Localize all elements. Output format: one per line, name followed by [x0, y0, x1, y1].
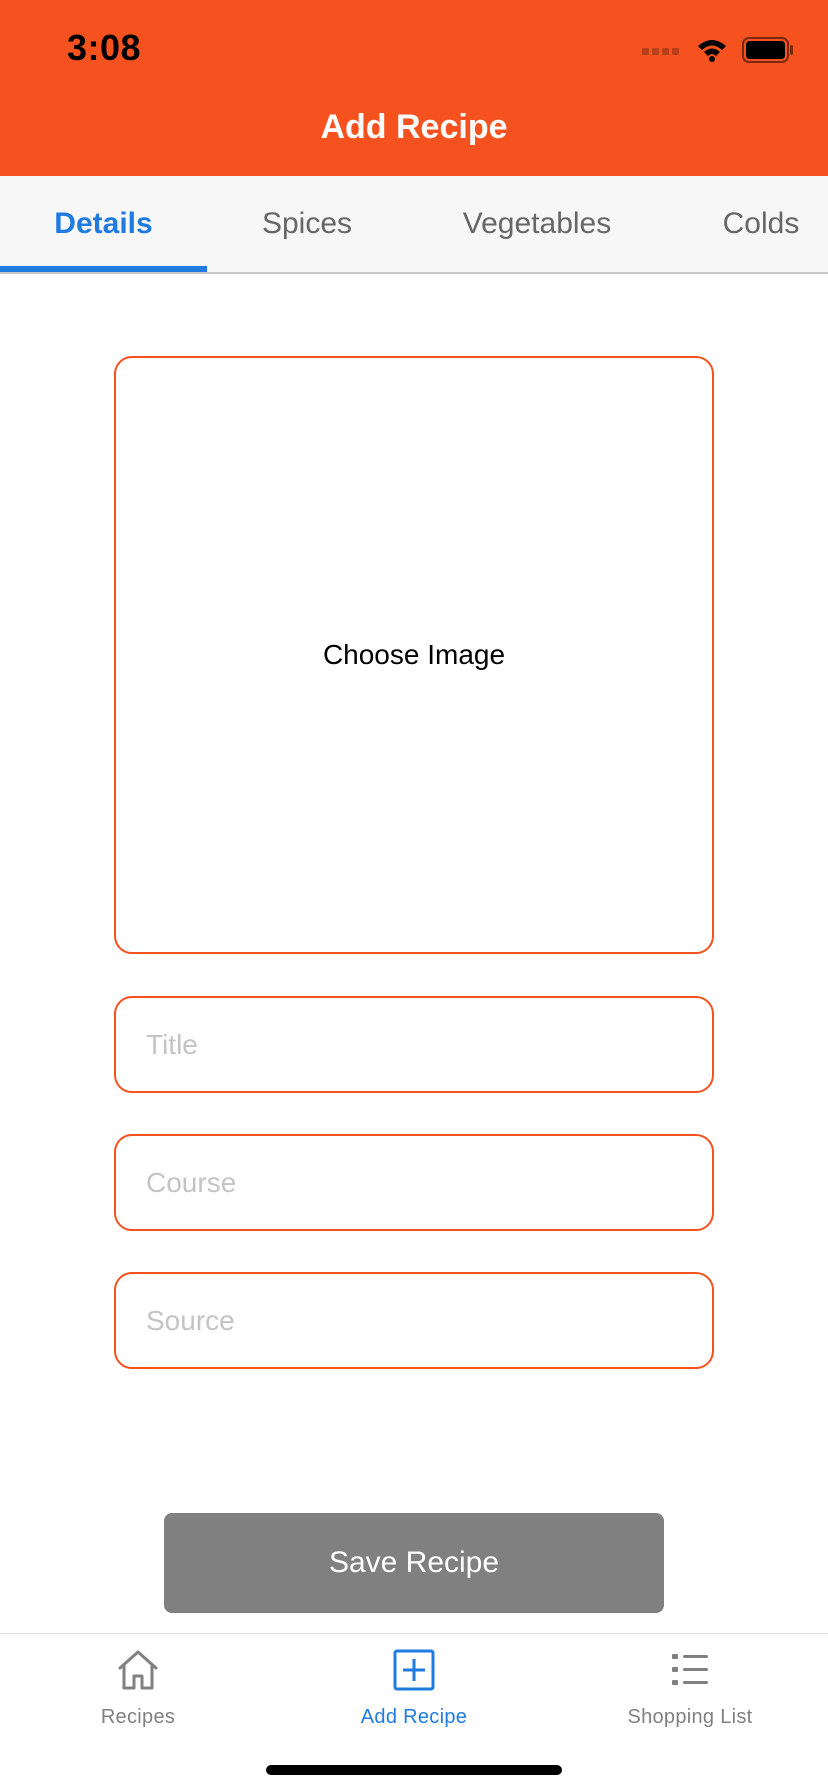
- nav-recipes-label: Recipes: [100, 1706, 176, 1728]
- choose-image-button[interactable]: Choose Image: [114, 356, 714, 954]
- choose-image-label: Choose Image: [322, 639, 506, 670]
- source-input[interactable]: [116, 1274, 712, 1367]
- list-icon: [672, 1654, 708, 1685]
- page-title: Add Recipe: [320, 108, 508, 146]
- status-time: 3:08: [67, 27, 142, 68]
- bottom-tab-bar: Recipes Add Recipe Shopping List: [0, 1633, 828, 1792]
- tab-colds[interactable]: Colds: [667, 176, 828, 272]
- tab-bar: Details Spices Vegetables Colds: [0, 176, 828, 274]
- course-field-container: [114, 1134, 714, 1231]
- nav-shopping-list[interactable]: Shopping List: [552, 1634, 828, 1744]
- nav-recipes[interactable]: Recipes: [0, 1634, 276, 1744]
- nav-add-recipe[interactable]: Add Recipe: [276, 1634, 552, 1744]
- home-icon: [118, 1650, 158, 1690]
- nav-shopping-list-label: Shopping List: [627, 1706, 753, 1728]
- home-indicator[interactable]: [266, 1765, 562, 1775]
- course-input[interactable]: [116, 1136, 712, 1229]
- title-input[interactable]: [116, 998, 712, 1091]
- battery-icon: [742, 37, 793, 63]
- tab-spices[interactable]: Spices: [207, 176, 407, 272]
- tab-vegetables[interactable]: Vegetables: [407, 176, 667, 272]
- status-icons: [642, 36, 794, 64]
- wifi-icon: [698, 40, 726, 62]
- active-tab-indicator: [0, 266, 207, 272]
- save-recipe-button[interactable]: Save Recipe: [164, 1513, 664, 1613]
- add-square-icon: [393, 1649, 435, 1691]
- cellular-signal-icon: [642, 48, 679, 55]
- source-field-container: [114, 1272, 714, 1369]
- tab-details[interactable]: Details: [0, 176, 207, 272]
- app-header: 3:08 Add Recipe: [0, 0, 828, 176]
- title-field-container: [114, 996, 714, 1093]
- nav-add-recipe-label: Add Recipe: [360, 1706, 468, 1728]
